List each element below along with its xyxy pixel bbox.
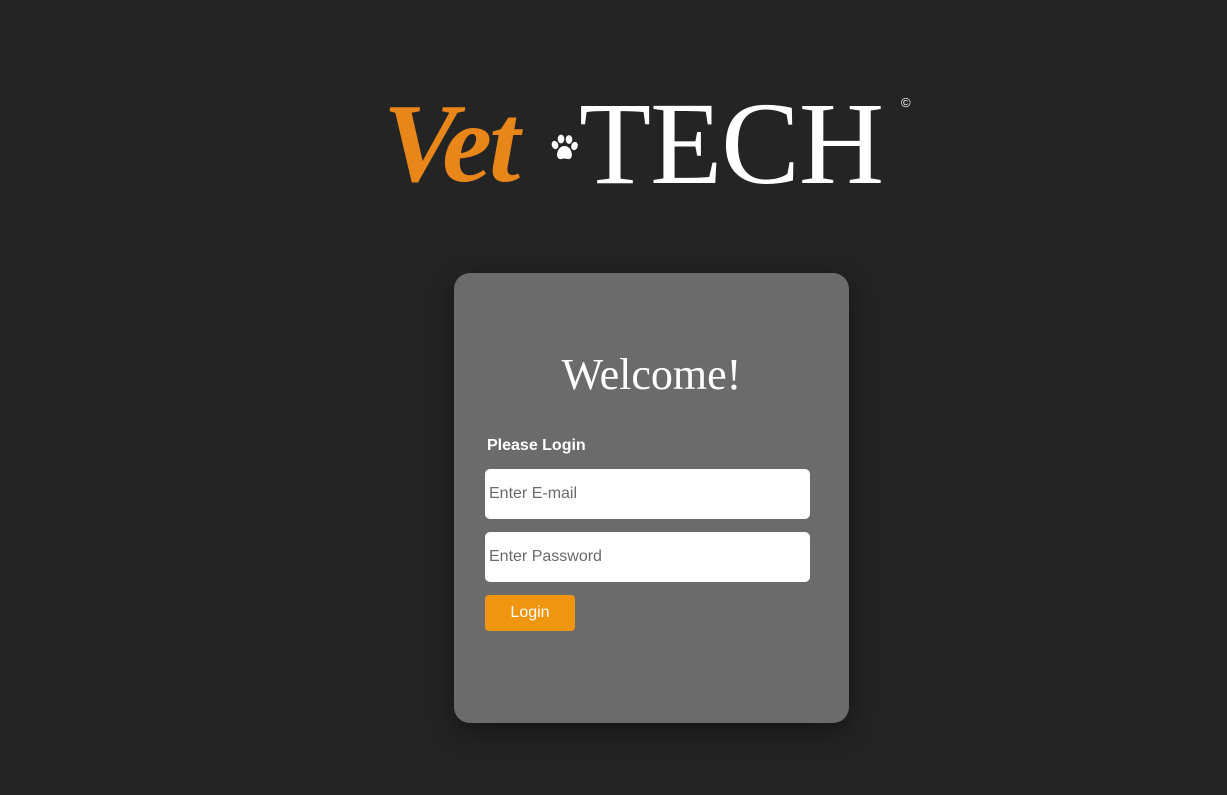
login-card: Welcome! Please Login Login: [454, 273, 849, 723]
logo-vet-text: Vet: [383, 82, 520, 206]
vettech-logo: Vet TECH ©: [383, 78, 923, 209]
logo-tech-text: TECH: [579, 78, 884, 209]
welcome-title: Welcome!: [561, 350, 742, 399]
login-button[interactable]: Login: [485, 595, 575, 631]
email-field[interactable]: [485, 469, 810, 519]
paw-icon: [551, 134, 578, 160]
please-login-label: Please Login: [487, 437, 586, 454]
password-field[interactable]: [485, 532, 810, 582]
copyright-mark: ©: [901, 95, 911, 110]
